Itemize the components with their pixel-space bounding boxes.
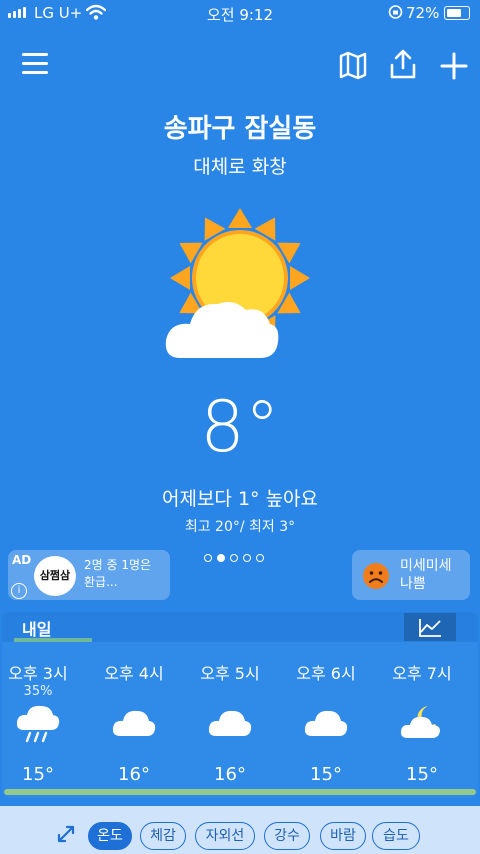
- ad-tag: AD: [12, 553, 32, 567]
- precip-chance: [94, 684, 174, 700]
- add-location-button[interactable]: [438, 50, 470, 82]
- sad-face-icon: [363, 563, 389, 589]
- menu-icon: [22, 53, 48, 56]
- moon-cloud-icon: [382, 704, 462, 746]
- hour-time: 오후 3시: [8, 664, 68, 683]
- tab-5[interactable]: 습도: [372, 822, 420, 850]
- page-indicator[interactable]: [204, 554, 264, 562]
- temperature-trend-bar: [4, 789, 476, 795]
- cloud-icon: [190, 704, 270, 746]
- tab-3[interactable]: 강수: [264, 822, 310, 850]
- tab-1[interactable]: 체감: [140, 822, 186, 850]
- ad-text: 2명 중 1명은 환급...: [84, 557, 151, 591]
- info-icon[interactable]: i: [11, 583, 27, 599]
- ad-logo: 삼쩜삼: [34, 556, 76, 596]
- page-dot[interactable]: [243, 554, 251, 562]
- expand-icon[interactable]: [56, 824, 76, 844]
- temperature-comparison: 어제보다 1° 높아요: [161, 488, 319, 510]
- hourly-item[interactable]: 오후 5시 16°: [190, 660, 270, 785]
- day-underline: [14, 638, 92, 642]
- hour-temperature: 15°: [22, 764, 54, 785]
- page-dot[interactable]: [204, 554, 212, 562]
- hour-time: 오후 4시: [104, 664, 164, 683]
- cloud-icon: [94, 704, 174, 746]
- hour-temperature: 16°: [118, 764, 150, 785]
- hour-temperature: 15°: [406, 764, 438, 785]
- precip-chance: 35%: [23, 684, 53, 699]
- hourly-item[interactable]: 오후 4시 16°: [94, 660, 174, 785]
- hour-time: 오후 6시: [296, 664, 356, 683]
- ad-text-line1: 2명 중 1명은: [84, 558, 152, 572]
- menu-button[interactable]: [22, 53, 50, 77]
- precip-chance: [382, 684, 462, 700]
- battery-level: [447, 9, 461, 17]
- tab-0[interactable]: 온도: [88, 822, 132, 850]
- page-dot[interactable]: [217, 554, 225, 562]
- forecast-day: 내일: [22, 620, 52, 639]
- partly-sunny-icon: [165, 208, 310, 358]
- precip-chance: [190, 684, 270, 700]
- map-button[interactable]: [338, 50, 368, 80]
- ad-text-line2: 환급...: [84, 575, 118, 589]
- weather-condition: 대체로 화창: [193, 156, 287, 178]
- battery-percent: 72%: [406, 4, 440, 22]
- hour-time: 오후 7시: [392, 664, 452, 683]
- hourly-item[interactable]: 오후 7시 15°: [382, 660, 462, 785]
- hourly-item[interactable]: 오후 6시 15°: [286, 660, 366, 785]
- share-button[interactable]: [388, 48, 418, 80]
- orientation-lock-icon: [388, 5, 403, 19]
- tab-2[interactable]: 자외선: [195, 822, 255, 850]
- hourly-item[interactable]: 오후 3시 35% 15°: [0, 660, 78, 785]
- rain-cloud-icon: [0, 704, 78, 746]
- high-low-temperature: 최고 20°/ 최저 3°: [184, 519, 296, 535]
- fine-dust-label: 미세미세: [400, 558, 452, 574]
- hour-temperature: 16°: [214, 764, 246, 785]
- tab-4[interactable]: 바람: [320, 822, 366, 850]
- fine-dust-status: 나쁨: [400, 576, 426, 592]
- battery-icon: [444, 6, 470, 20]
- location-title: 송파구 잠실동: [163, 114, 317, 144]
- precip-chance: [286, 684, 366, 700]
- hour-temperature: 15°: [310, 764, 342, 785]
- chart-toggle-button[interactable]: [404, 613, 456, 641]
- current-temperature: 8°: [200, 386, 280, 468]
- hour-time: 오후 5시: [200, 664, 260, 683]
- page-dot[interactable]: [230, 554, 238, 562]
- cloud-icon: [286, 704, 366, 746]
- page-dot[interactable]: [256, 554, 264, 562]
- fine-dust-text: 미세미세 나쁨: [400, 557, 452, 593]
- status-bar: LG U+ 오전 9:12 72%: [0, 0, 480, 26]
